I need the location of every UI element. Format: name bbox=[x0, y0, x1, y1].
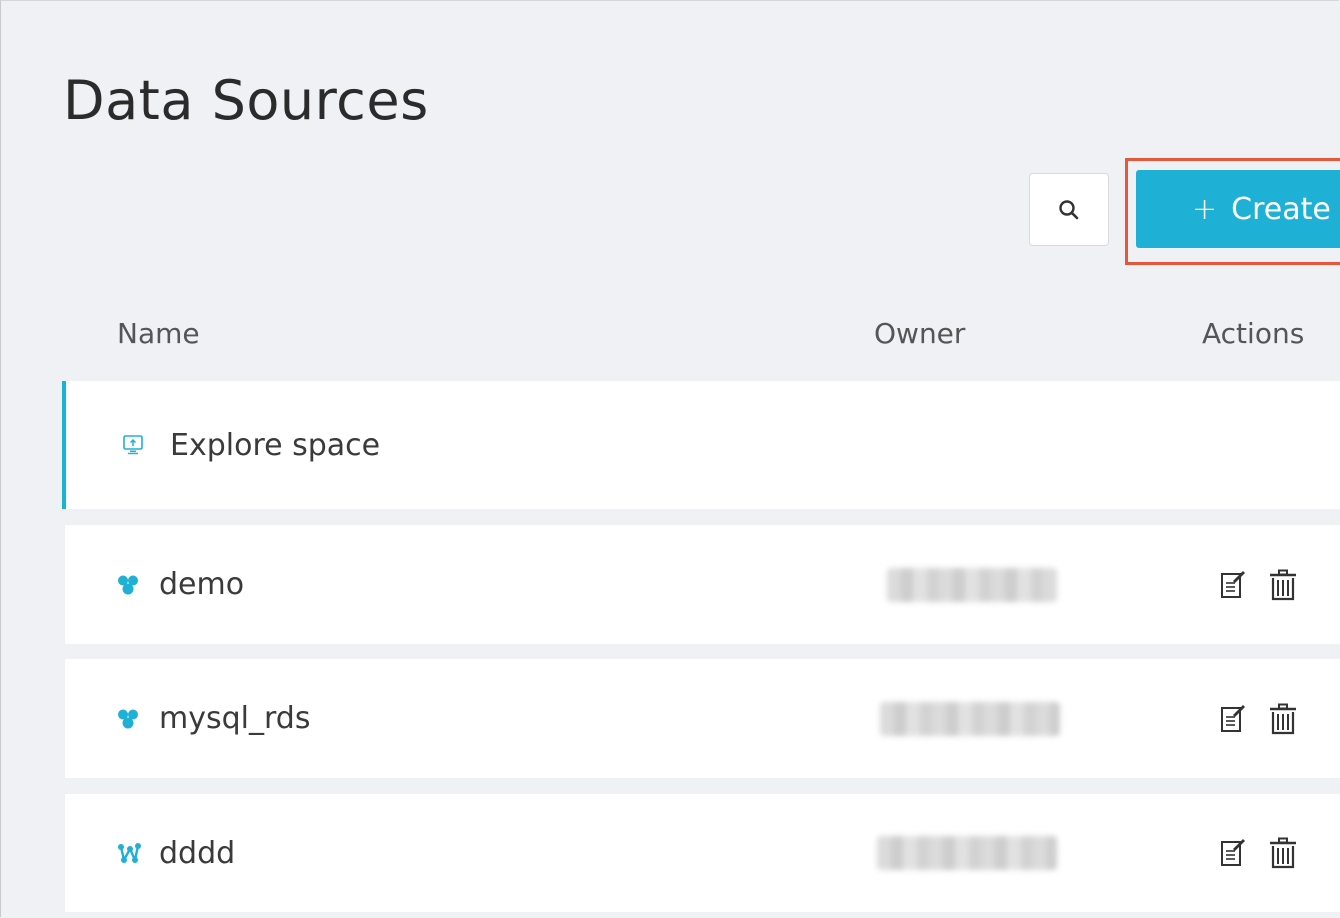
database-cluster-icon bbox=[117, 708, 139, 730]
row-name[interactable]: demo bbox=[159, 567, 244, 602]
trash-icon[interactable] bbox=[1268, 569, 1298, 601]
plus-icon: + bbox=[1192, 191, 1218, 227]
column-header-owner[interactable]: Owner bbox=[874, 315, 965, 353]
row-name[interactable]: dddd bbox=[159, 836, 235, 871]
database-cluster-icon bbox=[117, 574, 139, 596]
edit-icon[interactable] bbox=[1220, 704, 1246, 734]
owner-redacted bbox=[887, 567, 1057, 602]
create-button[interactable]: + Create bbox=[1136, 170, 1340, 248]
column-header-actions: Actions bbox=[1202, 317, 1305, 350]
table-row[interactable]: demo bbox=[65, 525, 1340, 644]
monitor-upload-icon bbox=[122, 434, 144, 456]
column-header-name[interactable]: Name bbox=[117, 315, 200, 353]
edit-icon[interactable] bbox=[1220, 570, 1246, 600]
edit-icon[interactable] bbox=[1220, 838, 1246, 868]
trash-icon[interactable] bbox=[1268, 703, 1298, 735]
table-row[interactable]: Explore space bbox=[62, 381, 1340, 509]
search-button[interactable] bbox=[1029, 173, 1109, 246]
graph-nodes-icon bbox=[117, 842, 141, 864]
trash-icon[interactable] bbox=[1268, 837, 1298, 869]
owner-redacted bbox=[877, 836, 1057, 870]
table-row[interactable]: mysql_rds bbox=[65, 659, 1340, 778]
table-row[interactable]: dddd bbox=[65, 794, 1340, 912]
search-icon bbox=[1058, 199, 1080, 221]
create-button-label: Create bbox=[1231, 191, 1331, 227]
row-name[interactable]: Explore space bbox=[170, 428, 380, 463]
page-title: Data Sources bbox=[63, 69, 429, 132]
owner-redacted bbox=[880, 701, 1060, 736]
row-name[interactable]: mysql_rds bbox=[159, 701, 310, 736]
